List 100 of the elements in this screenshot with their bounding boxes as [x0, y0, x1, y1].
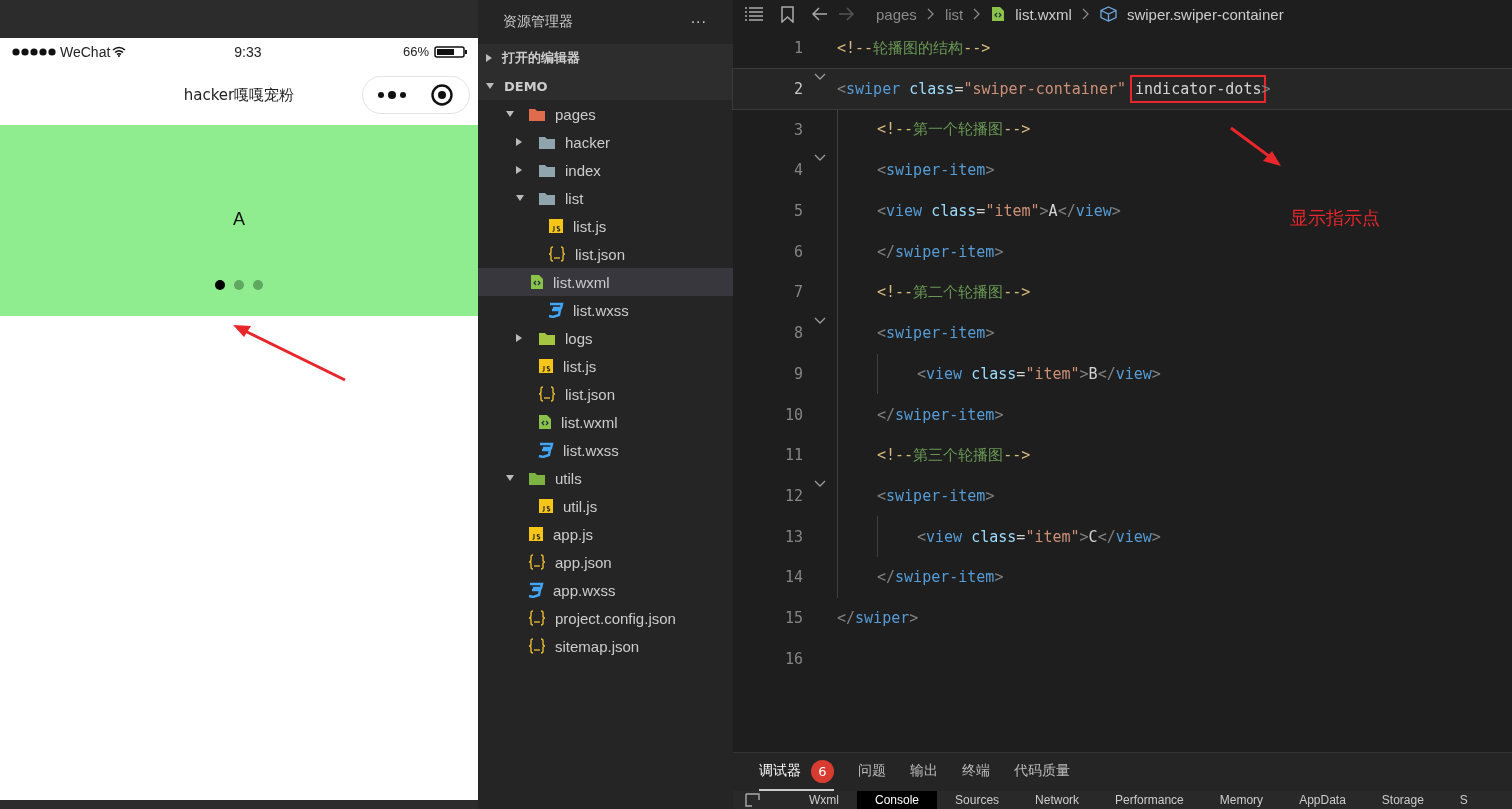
- line-number: 14: [783, 568, 803, 587]
- file-tree-item[interactable]: hacker: [496, 128, 733, 156]
- file-tree-item[interactable]: logs: [496, 324, 733, 352]
- line-number: 9: [792, 364, 803, 383]
- css-icon: [528, 582, 544, 598]
- explorer-title: 资源管理器: [503, 13, 573, 31]
- file-tree-item[interactable]: list.json: [496, 240, 733, 268]
- line-number: 10: [783, 405, 803, 424]
- line-number: 8: [792, 324, 803, 343]
- inspect-icon[interactable]: [745, 793, 761, 807]
- code-line: <swiper-item>: [877, 323, 996, 345]
- close-icon[interactable]: [431, 84, 453, 106]
- code-line: <!--第二个轮播图-->: [877, 281, 1032, 303]
- file-tree-item[interactable]: util.js: [496, 492, 733, 520]
- file-tree-item[interactable]: project.config.json: [496, 604, 733, 632]
- panel-tab[interactable]: 输出: [910, 753, 938, 791]
- js-file-icon: [538, 498, 554, 514]
- file-tree-item[interactable]: app.wxss: [496, 576, 733, 604]
- line-number: 3: [792, 120, 803, 139]
- file-tree-item[interactable]: list.wxss: [496, 436, 733, 464]
- file-tree-item[interactable]: list.js: [496, 212, 733, 240]
- file-tree-item[interactable]: app.json: [496, 548, 733, 576]
- line-number: 6: [792, 242, 803, 261]
- code-line: <view class="item">A</view>: [877, 201, 1122, 223]
- fold-chevron-icon[interactable]: [814, 154, 826, 162]
- line-number: 5: [792, 202, 803, 221]
- code-line: </swiper-item>: [877, 567, 1005, 589]
- file-tree-item[interactable]: list.wxml: [478, 268, 733, 296]
- file-tree-item[interactable]: index: [496, 156, 733, 184]
- battery-icon: [434, 45, 468, 58]
- list-icon[interactable]: [745, 7, 763, 21]
- fold-chevron-icon[interactable]: [814, 72, 826, 80]
- back-arrow-icon[interactable]: [812, 7, 828, 21]
- devtools-tab[interactable]: Wxml: [791, 791, 857, 809]
- status-time: 9:33: [234, 43, 263, 60]
- count-badge: 6: [811, 759, 834, 783]
- panel-tab[interactable]: 终端: [962, 753, 990, 791]
- line-number: 2: [792, 80, 803, 99]
- code-line: </swiper>: [837, 607, 920, 629]
- cube-icon: [1099, 6, 1117, 22]
- devtools-tab[interactable]: S: [1441, 791, 1486, 809]
- battery-percent: 66%: [402, 44, 429, 59]
- line-number: 16: [783, 649, 803, 668]
- line-number: 4: [792, 161, 803, 180]
- signal-icon: [12, 47, 56, 56]
- section-header[interactable]: 打开的编辑器: [478, 44, 733, 72]
- file-tree-item[interactable]: utils: [496, 464, 733, 492]
- file-tree-item[interactable]: list.json: [496, 380, 733, 408]
- js-file-icon: [548, 218, 564, 234]
- chevron-icon: [1081, 8, 1090, 20]
- file-tree-item[interactable]: sitemap.json: [496, 632, 733, 660]
- code-line: <!--第一个轮播图-->: [877, 119, 1032, 141]
- devtools-tab[interactable]: Network: [1017, 791, 1098, 809]
- breadcrumb-item[interactable]: list: [944, 5, 964, 23]
- panel-tab[interactable]: 问题: [858, 753, 886, 791]
- line-number: 11: [783, 446, 803, 465]
- fold-chevron-icon[interactable]: [814, 316, 826, 324]
- line-number: 1: [792, 39, 803, 58]
- line-number: 13: [783, 527, 803, 546]
- swiper-slide[interactable]: A: [0, 125, 478, 316]
- code-line: <swiper-item>: [877, 160, 996, 182]
- more-icon[interactable]: [377, 90, 407, 100]
- slide-text: A: [233, 209, 245, 230]
- file-tree-item[interactable]: list.wxss: [496, 296, 733, 324]
- devtools-tab[interactable]: AppData: [1281, 791, 1364, 809]
- devtools-tab[interactable]: Memory: [1201, 791, 1282, 809]
- panel-tab[interactable]: 代码质量: [1014, 753, 1070, 791]
- code-file-icon: [991, 6, 1006, 22]
- bookmark-icon[interactable]: [781, 5, 794, 23]
- code-line: <!--轮播图的结构-->: [837, 37, 992, 59]
- breadcrumb-item[interactable]: pages: [876, 5, 917, 23]
- indicator-dot[interactable]: [215, 280, 225, 290]
- devtools-tab[interactable]: Sources: [937, 791, 1018, 809]
- code-file-icon: [530, 274, 544, 290]
- file-tree-item[interactable]: list.wxml: [496, 408, 733, 436]
- file-tree-item[interactable]: app.js: [496, 520, 733, 548]
- section-header[interactable]: DEMO: [478, 72, 733, 100]
- chevron-icon: [926, 8, 935, 20]
- devtools-tab[interactable]: Storage: [1363, 791, 1442, 809]
- file-tree-item[interactable]: list.js: [496, 352, 733, 380]
- line-number: 7: [792, 283, 803, 302]
- file-tree-item[interactable]: list: [496, 184, 733, 212]
- devtools-tab[interactable]: Console: [857, 791, 938, 809]
- breadcrumb-item[interactable]: list.wxml: [1015, 5, 1072, 23]
- code-line: </swiper-item>: [877, 241, 1005, 263]
- fold-chevron-icon[interactable]: [814, 479, 826, 487]
- braces-icon: [528, 554, 546, 570]
- file-tree-item[interactable]: pages: [496, 100, 733, 128]
- braces-icon: [538, 386, 556, 402]
- arrow: [1229, 126, 1283, 168]
- indicator-dot[interactable]: [253, 280, 263, 290]
- annotation-text: 显示指示点: [1290, 206, 1380, 230]
- indicator-dot[interactable]: [234, 280, 244, 290]
- code-line: <swiper-item>: [877, 485, 996, 507]
- code-line: <!--第三个轮播图-->: [877, 444, 1032, 466]
- more-button[interactable]: ···: [690, 14, 707, 30]
- code-line: </swiper-item>: [877, 404, 1005, 426]
- line-number: 12: [783, 486, 803, 505]
- breadcrumb-item[interactable]: swiper.swiper-container: [1126, 5, 1284, 23]
- devtools-tab[interactable]: Performance: [1097, 791, 1202, 809]
